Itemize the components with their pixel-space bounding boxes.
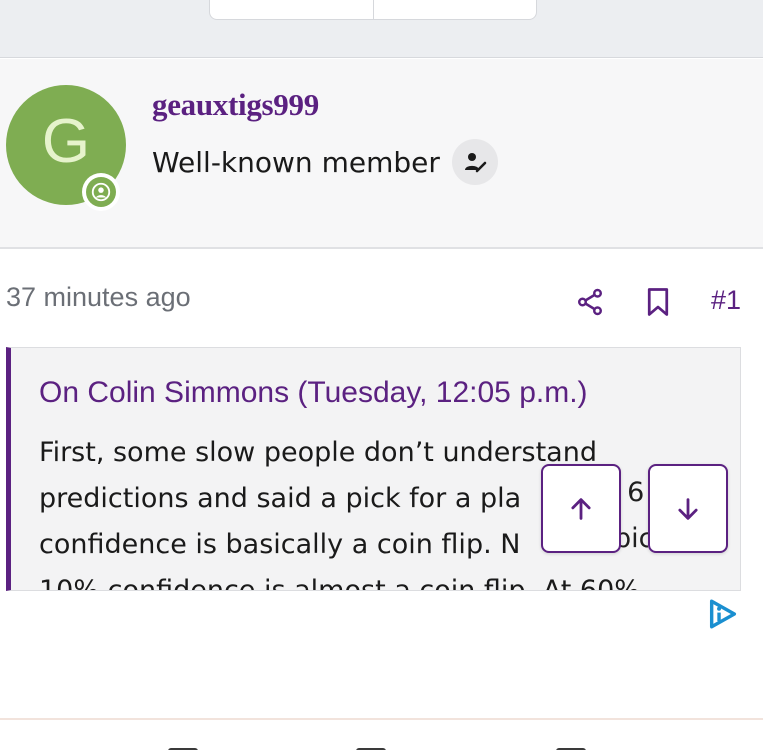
quote-line: 10% confidence is almost a coin flip. At…: [39, 575, 640, 591]
user-title-text: Well-known member: [152, 145, 440, 179]
pagination-segment-right[interactable]: [374, 0, 537, 19]
username-link[interactable]: geauxtigs999: [152, 87, 319, 123]
share-icon: [578, 288, 602, 316]
online-status-icon: [82, 173, 120, 211]
avatar-letter: G: [41, 107, 91, 176]
scroll-to-bottom-button[interactable]: [648, 464, 728, 553]
scroll-to-top-button[interactable]: [541, 464, 621, 553]
quote-fragment: pic: [620, 523, 648, 554]
post-number-link[interactable]: #1: [711, 285, 741, 316]
pagination-control[interactable]: [209, 0, 537, 20]
top-bar: [0, 0, 763, 58]
bookmark-button[interactable]: [641, 284, 675, 320]
share-button[interactable]: [572, 284, 608, 320]
post-timestamp[interactable]: 37 minutes ago: [6, 282, 191, 313]
quote-title-link[interactable]: On Colin Simmons (Tuesday, 12:05 p.m.): [39, 376, 588, 410]
user-edit-icon: [451, 139, 498, 185]
ad-banner[interactable]: [0, 591, 763, 718]
quote-fragment: t 6: [620, 477, 645, 508]
arrow-down-icon: [678, 497, 698, 520]
post-author-block: G geauxtigs999 Well-known member: [0, 59, 763, 249]
arrow-up-icon: [571, 497, 591, 520]
user-title: Well-known member: [152, 139, 498, 185]
adchoices-icon[interactable]: [706, 597, 740, 631]
bookmark-icon: [647, 288, 669, 316]
pagination-segment-left[interactable]: [210, 0, 374, 19]
bottom-nav-bar: [0, 718, 763, 750]
